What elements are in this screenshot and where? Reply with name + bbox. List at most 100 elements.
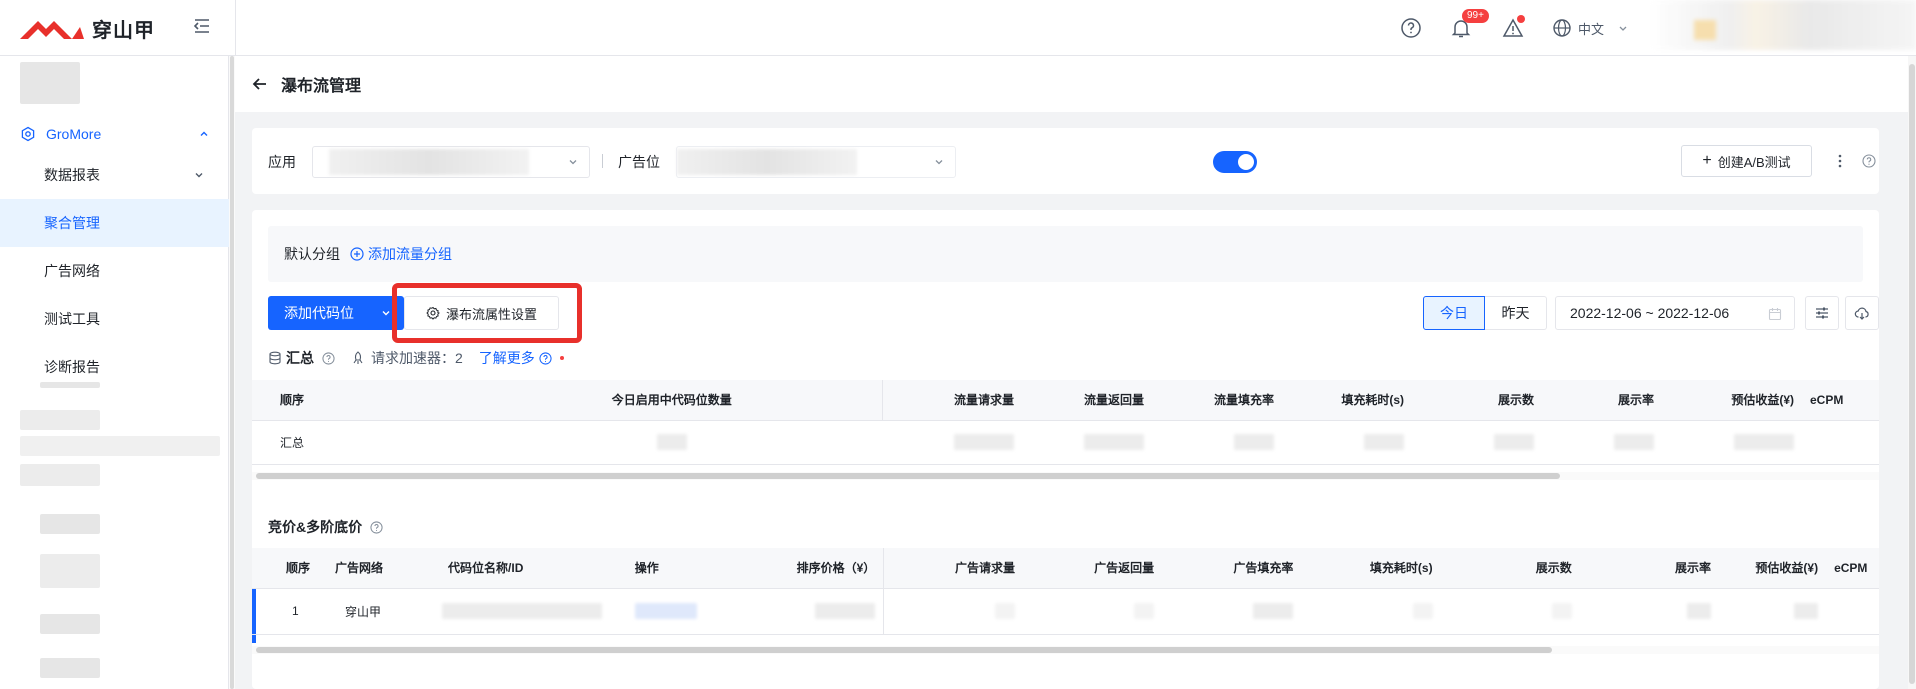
sidebar-blurred-item[interactable]	[40, 382, 100, 388]
default-group-tab[interactable]: 默认分组	[284, 244, 340, 264]
bid-table-scrollbar[interactable]	[252, 646, 1879, 654]
column-header: 广告返回量	[1022, 548, 1163, 589]
waterfall-settings-label: 瀑布流属性设置	[445, 306, 537, 322]
sidebar-item-label: 测试工具	[44, 311, 100, 327]
yesterday-button[interactable]: 昨天	[1485, 296, 1547, 330]
sidebar-group-gromore[interactable]: GroMore	[20, 118, 210, 150]
blurred-value	[1364, 434, 1404, 450]
summary-table-scrollbar[interactable]	[252, 472, 1879, 480]
sidebar-item-reports[interactable]: 数据报表	[0, 151, 229, 199]
bid-section-label: 竞价&多阶底价	[268, 519, 363, 535]
sidebar-group-label: GroMore	[46, 126, 102, 142]
column-header: 流量填充率	[1152, 380, 1282, 421]
adslot-label: 广告位	[618, 154, 660, 170]
plus-icon: +	[1702, 152, 1712, 169]
blurred-value	[1084, 434, 1144, 450]
column-header: 展示数	[1440, 548, 1580, 589]
create-ab-test-button[interactable]: + 创建A/B测试	[1681, 145, 1812, 177]
database-icon	[268, 351, 282, 365]
column-header: 操作	[626, 548, 724, 589]
help-icon[interactable]	[322, 351, 335, 365]
sidebar-blurred-item[interactable]	[40, 554, 100, 588]
row-network: 穿山甲	[326, 588, 435, 635]
summary-title: 汇总	[286, 350, 314, 366]
add-traffic-group-link[interactable]: 添加流量分组	[350, 244, 452, 264]
sidebar-blurred-item[interactable]	[40, 658, 100, 678]
chevron-down-icon	[567, 156, 579, 168]
settings-gear-icon	[426, 306, 440, 320]
learn-more-link[interactable]: 了解更多	[479, 348, 564, 368]
accelerator-label: 请求加速器：	[371, 350, 455, 366]
accelerator-value: 2	[455, 350, 463, 366]
sidebar-item-diagnostics[interactable]: 诊断报告	[0, 343, 229, 391]
sidebar-item-mediation[interactable]: 聚合管理	[0, 199, 229, 247]
bid-table: 顺序 广告网络 代码位名称/ID 操作 排序价格（¥） 广告请求量 广告返回量 …	[252, 548, 1879, 635]
page-scrollbar[interactable]	[1908, 56, 1916, 689]
chevron-down-icon	[193, 169, 205, 181]
sidebar-blurred-item[interactable]	[40, 614, 100, 634]
sidebar-blurred-item[interactable]	[20, 436, 220, 456]
date-range-value: 2022-12-06 ~ 2022-12-06	[1570, 305, 1730, 321]
chevron-up-icon	[198, 128, 210, 140]
blurred-value	[1734, 434, 1794, 450]
page-header: 瀑布流管理	[235, 56, 1916, 112]
blurred-value	[1614, 434, 1654, 450]
sidebar-scrollbar[interactable]	[229, 56, 235, 689]
add-code-slot-button[interactable]: 添加代码位	[268, 296, 404, 330]
divider	[602, 154, 603, 168]
column-header: 排序价格（¥）	[723, 548, 885, 589]
app-select[interactable]	[312, 146, 590, 178]
summary-table: 顺序 今日启用中代码位数量 流量请求量 流量返回量 流量填充率 填充耗时(s) …	[252, 380, 1879, 465]
logo[interactable]: 穿山甲	[20, 14, 155, 43]
blurred-value	[1494, 434, 1534, 450]
learn-more-label: 了解更多	[478, 350, 535, 366]
account-avatar-blurred[interactable]	[20, 62, 80, 104]
today-button[interactable]: 今日	[1423, 296, 1485, 330]
gromore-icon	[20, 126, 36, 142]
blurred-value	[657, 434, 687, 450]
waterfall-settings-button[interactable]: 瀑布流属性设置	[404, 296, 559, 330]
language-switch[interactable]: 中文	[1552, 18, 1628, 38]
sidebar-item-test-tools[interactable]: 测试工具	[0, 295, 229, 343]
cloud-download-icon[interactable]	[1845, 296, 1879, 330]
collapse-menu-icon[interactable]	[192, 16, 212, 36]
operation-links-blurred[interactable]	[634, 603, 697, 619]
help-icon	[539, 351, 552, 365]
adslot-toggle[interactable]	[1213, 151, 1257, 173]
sidebar-blurred-item[interactable]	[20, 464, 100, 486]
plus-circle-icon	[350, 247, 364, 261]
column-header: eCPM	[1802, 380, 1879, 421]
help-icon[interactable]	[370, 520, 383, 534]
notification-bell-icon[interactable]: 99+	[1450, 9, 1489, 39]
code-slot-id-blurred[interactable]	[442, 603, 603, 619]
globe-icon	[1552, 18, 1572, 38]
sort-price-blurred[interactable]	[815, 603, 876, 619]
sidebar-blurred-item[interactable]	[40, 514, 100, 534]
column-header: 广告填充率	[1162, 548, 1302, 589]
summary-bar: 汇总 请求加速器： 2 了解更多	[268, 348, 564, 368]
column-header: 展示率	[1542, 380, 1662, 421]
sidebar-item-label: 聚合管理	[44, 215, 100, 231]
bid-section-title: 竞价&多阶底价	[268, 517, 383, 537]
table-row[interactable]: 1 穿山甲	[252, 588, 1879, 635]
chevron-down-icon	[1618, 23, 1628, 33]
user-profile-blurred[interactable]	[1650, 0, 1916, 50]
column-header: 广告网络	[326, 548, 435, 589]
adslot-select[interactable]	[676, 146, 956, 178]
blurred-value	[1687, 603, 1711, 619]
help-icon[interactable]	[1400, 17, 1422, 39]
more-vertical-icon[interactable]	[1832, 153, 1848, 169]
sidebar-item-label: 诊断报告	[44, 359, 100, 375]
column-settings-icon[interactable]	[1805, 296, 1839, 330]
sidebar-blurred-item[interactable]	[20, 410, 100, 430]
back-arrow-icon[interactable]	[251, 75, 269, 93]
date-range-picker[interactable]: 2022-12-06 ~ 2022-12-06	[1555, 296, 1795, 330]
sidebar-item-ad-network[interactable]: 广告网络	[0, 247, 229, 295]
date-quick-select: 今日 昨天	[1423, 296, 1547, 330]
notification-badge: 99+	[1462, 9, 1489, 23]
chevron-down-icon[interactable]	[380, 307, 392, 319]
help-icon[interactable]	[1862, 154, 1876, 168]
column-header: 展示数	[1412, 380, 1542, 421]
row-order: 1	[252, 588, 327, 635]
alert-triangle-icon[interactable]	[1502, 15, 1525, 39]
